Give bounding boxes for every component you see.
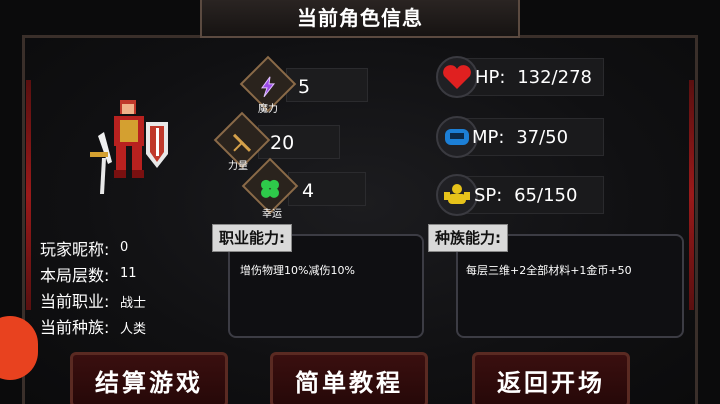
left-red-rail bbox=[26, 80, 31, 310]
settle-game-button[interactable]: 结算游戏 bbox=[70, 352, 228, 404]
settle-game-label: 结算游戏 bbox=[95, 368, 203, 397]
luck-label: 幸运 bbox=[262, 209, 282, 220]
nickname-label: 玩家昵称: bbox=[40, 240, 110, 259]
job-ability-title: 职业能力: bbox=[212, 224, 292, 252]
power-label: 力量 bbox=[228, 161, 248, 172]
job-value: 战士 bbox=[120, 296, 147, 311]
return-start-button[interactable]: 返回开场 bbox=[472, 352, 630, 404]
floor-label: 本局层数: bbox=[40, 266, 110, 285]
hp-value: 132/278 bbox=[517, 67, 592, 88]
return-start-label: 返回开场 bbox=[497, 368, 605, 397]
magic-icon bbox=[253, 72, 283, 102]
race-ability-title: 种族能力: bbox=[428, 224, 508, 252]
game-screen: 当前角色信息 5 魔力 20 力量 4 幸运 HP: 132/278 MP: 3… bbox=[0, 0, 720, 404]
luck-box bbox=[288, 172, 366, 206]
right-red-rail bbox=[689, 80, 694, 310]
job-ability-text: 增伤物理10%减伤10% bbox=[240, 264, 355, 277]
tutorial-label: 简单教程 bbox=[295, 368, 403, 397]
job-label: 当前职业: bbox=[40, 292, 110, 311]
floor-value: 11 bbox=[120, 266, 137, 281]
magic-label: 魔力 bbox=[258, 104, 278, 115]
mp-label: MP: bbox=[472, 127, 505, 148]
stamina-icon bbox=[436, 174, 478, 216]
nickname-value: 0 bbox=[120, 240, 129, 255]
power-value: 20 bbox=[270, 132, 295, 154]
mp-value: 37/50 bbox=[516, 127, 569, 148]
race-label: 当前种族: bbox=[40, 318, 110, 337]
tutorial-button[interactable]: 简单教程 bbox=[270, 352, 428, 404]
magic-value: 5 bbox=[298, 76, 311, 98]
race-ability-text: 每层三维+2全部材料+1金币+50 bbox=[466, 264, 632, 277]
race-value: 人类 bbox=[120, 322, 147, 337]
luck-icon bbox=[255, 174, 285, 204]
page-title: 当前角色信息 bbox=[297, 6, 423, 30]
title-bar: 当前角色信息 bbox=[200, 0, 520, 38]
hp-text: HP: 132/278 bbox=[475, 67, 592, 88]
power-icon bbox=[227, 128, 257, 158]
sp-text: SP: 65/150 bbox=[474, 185, 577, 206]
heart-icon bbox=[436, 56, 478, 98]
sp-label: SP: bbox=[474, 185, 503, 206]
luck-value: 4 bbox=[302, 180, 315, 202]
sp-value: 65/150 bbox=[514, 185, 578, 206]
mp-text: MP: 37/50 bbox=[472, 127, 568, 148]
hero-sprite bbox=[90, 100, 168, 194]
hp-label: HP: bbox=[475, 67, 506, 88]
